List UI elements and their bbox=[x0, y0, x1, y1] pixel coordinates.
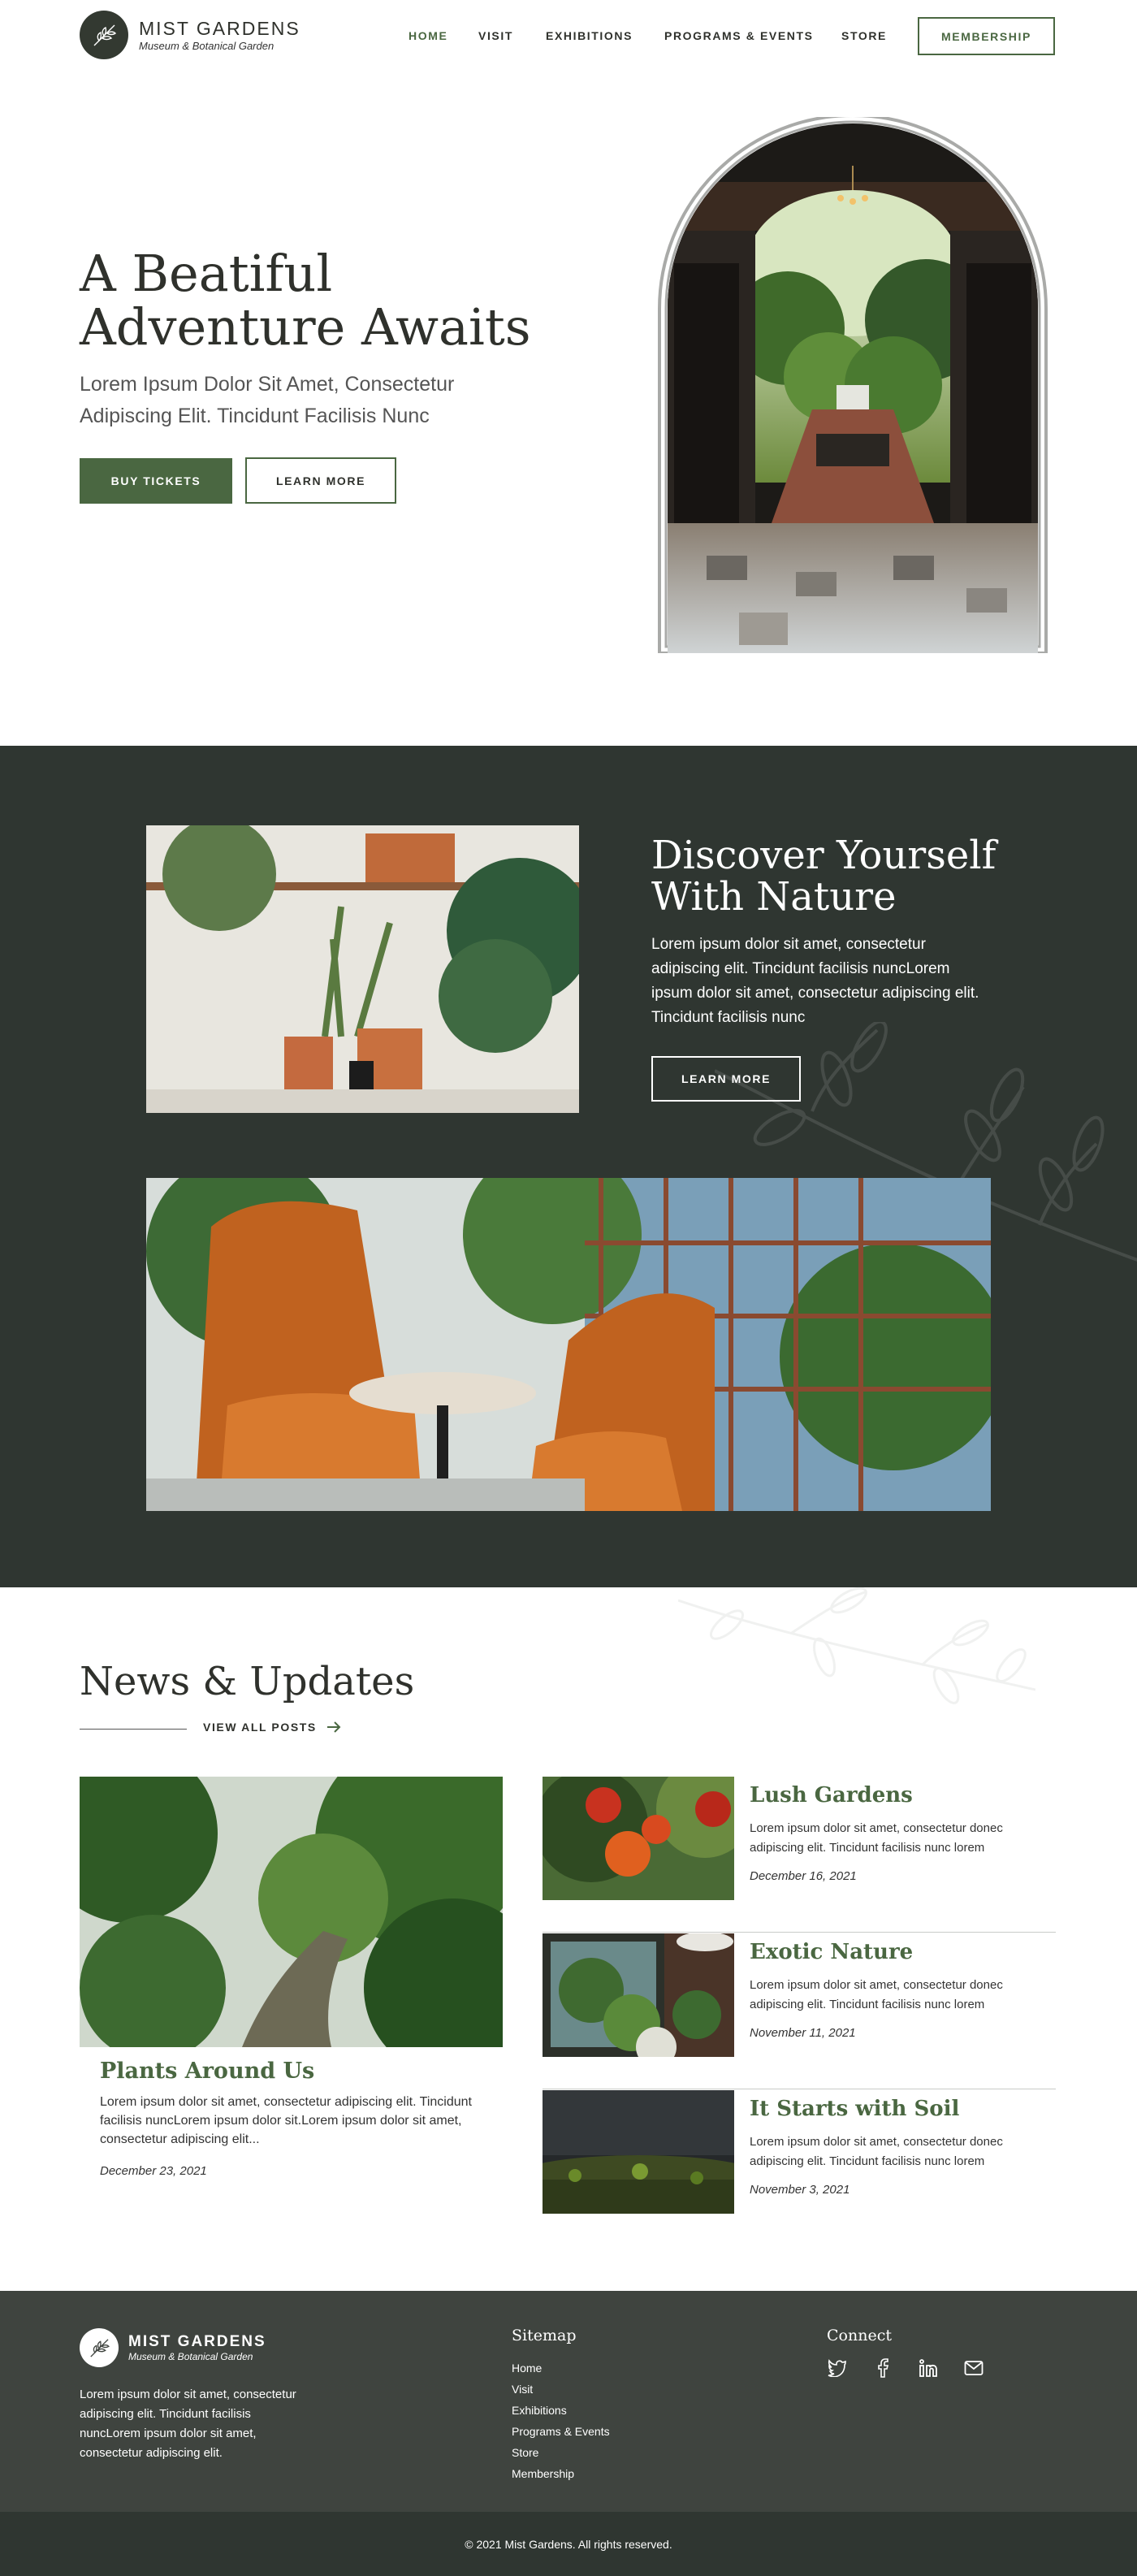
connect-heading: Connect bbox=[827, 2327, 892, 2344]
discover-text: Lorem ipsum dolor sit amet, consectetur … bbox=[651, 936, 979, 1026]
view-all-label: VIEW ALL POSTS bbox=[203, 1721, 317, 1734]
footer-link-programs-events[interactable]: Programs & Events bbox=[512, 2421, 610, 2442]
twitter-icon[interactable] bbox=[827, 2357, 848, 2379]
arrow-right-icon bbox=[326, 1721, 341, 1733]
news-title: News & Updates bbox=[80, 1659, 415, 1704]
hero-subtitle: Lorem Ipsum Dolor Sit Amet, Consectetur … bbox=[80, 373, 455, 427]
hero-arch-image bbox=[658, 117, 1048, 653]
hero-learn-more-button[interactable]: LEARN MORE bbox=[245, 457, 396, 504]
nav-programs-events[interactable]: PROGRAMS & EVENTS bbox=[664, 29, 814, 42]
buy-tickets-button[interactable]: BUY TICKETS bbox=[80, 458, 232, 504]
featured-post-image[interactable] bbox=[80, 1777, 503, 2047]
footer-link-membership[interactable]: Membership bbox=[512, 2463, 610, 2484]
copyright-text: © 2021 Mist Gardens. All rights reserved… bbox=[465, 2537, 672, 2551]
discover-learn-more-button[interactable]: LEARN MORE bbox=[651, 1056, 801, 1102]
facebook-icon[interactable] bbox=[872, 2357, 893, 2379]
discover-title-line1: Discover Yourself bbox=[651, 833, 996, 878]
post-date: November 3, 2021 bbox=[750, 2183, 850, 2197]
footer-brand-tagline: Museum & Botanical Garden bbox=[128, 2351, 253, 2362]
post-divider bbox=[543, 1932, 1056, 1933]
discover-title: Discover Yourself With Nature bbox=[651, 835, 1025, 918]
footer-link-home[interactable]: Home bbox=[512, 2357, 610, 2379]
mail-icon[interactable] bbox=[963, 2357, 984, 2379]
post-title[interactable]: Exotic Nature bbox=[750, 1940, 913, 1964]
social-links bbox=[827, 2357, 1009, 2379]
nav-exhibitions[interactable]: EXHIBITIONS bbox=[546, 29, 633, 42]
lounge-chairs-image bbox=[146, 1178, 991, 1511]
site-footer: MIST GARDENS Museum & Botanical Garden L… bbox=[0, 2291, 1137, 2512]
featured-post-text: Lorem ipsum dolor sit amet, consectetur … bbox=[100, 2095, 472, 2146]
hero-title-line2: Adventure Awaits bbox=[80, 297, 531, 357]
linkedin-icon[interactable] bbox=[918, 2357, 939, 2379]
featured-post-date: December 23, 2021 bbox=[100, 2164, 207, 2178]
footer-link-visit[interactable]: Visit bbox=[512, 2379, 610, 2400]
hero-title-line1: A Beatiful bbox=[80, 244, 333, 303]
sitemap-heading: Sitemap bbox=[512, 2327, 577, 2344]
plants-shelf-image bbox=[146, 825, 579, 1113]
featured-post-title[interactable]: Plants Around Us bbox=[100, 2059, 314, 2084]
news-post-item[interactable]: Exotic Nature Lorem ipsum dolor sit amet… bbox=[543, 1933, 1056, 2089]
post-image-greenhouse bbox=[543, 1933, 734, 2057]
footer-brand-logo[interactable]: MIST GARDENS Museum & Botanical Garden bbox=[80, 2328, 266, 2367]
news-post-item[interactable]: It Starts with Soil Lorem ipsum dolor si… bbox=[543, 2090, 1056, 2246]
footer-link-exhibitions[interactable]: Exhibitions bbox=[512, 2400, 610, 2421]
nav-store[interactable]: STORE bbox=[841, 29, 887, 42]
news-divider bbox=[80, 1729, 187, 1730]
post-text: Lorem ipsum dolor sit amet, consectetur … bbox=[750, 2135, 1003, 2168]
post-text: Lorem ipsum dolor sit amet, consectetur … bbox=[750, 1978, 1003, 2011]
news-post-item[interactable]: Lush Gardens Lorem ipsum dolor sit amet,… bbox=[543, 1777, 1056, 1933]
nav-visit[interactable]: VISIT bbox=[478, 29, 513, 42]
sitemap-links: Home Visit Exhibitions Programs & Events… bbox=[512, 2357, 610, 2484]
post-date: December 16, 2021 bbox=[750, 1869, 857, 1883]
nav-home[interactable]: HOME bbox=[409, 29, 447, 42]
post-title[interactable]: Lush Gardens bbox=[750, 1783, 913, 1808]
post-text: Lorem ipsum dolor sit amet, consectetur … bbox=[750, 1821, 1003, 1855]
discover-title-line2: With Nature bbox=[651, 874, 897, 920]
post-image-soil bbox=[543, 2090, 734, 2214]
post-date: November 11, 2021 bbox=[750, 2026, 856, 2040]
post-image-tomatoes bbox=[543, 1777, 734, 1900]
view-all-posts-link[interactable]: VIEW ALL POSTS bbox=[203, 1721, 341, 1734]
footer-about-text: Lorem ipsum dolor sit amet, consectetur … bbox=[80, 2388, 296, 2460]
footer-link-store[interactable]: Store bbox=[512, 2442, 610, 2463]
discover-section: Discover Yourself With Nature Lorem ipsu… bbox=[0, 746, 1137, 1587]
footer-brand-name: MIST GARDENS bbox=[128, 2333, 266, 2350]
membership-button[interactable]: MEMBERSHIP bbox=[918, 17, 1055, 55]
leaf-logo-icon bbox=[80, 2328, 119, 2367]
branch-decoration-light bbox=[678, 1587, 1035, 1704]
hero-title: A Beatiful Adventure Awaits bbox=[80, 247, 583, 354]
post-title[interactable]: It Starts with Soil bbox=[750, 2097, 959, 2121]
copyright-bar: © 2021 Mist Gardens. All rights reserved… bbox=[0, 2512, 1137, 2576]
site-header: MIST GARDENS Museum & Botanical Garden H… bbox=[0, 0, 1137, 71]
